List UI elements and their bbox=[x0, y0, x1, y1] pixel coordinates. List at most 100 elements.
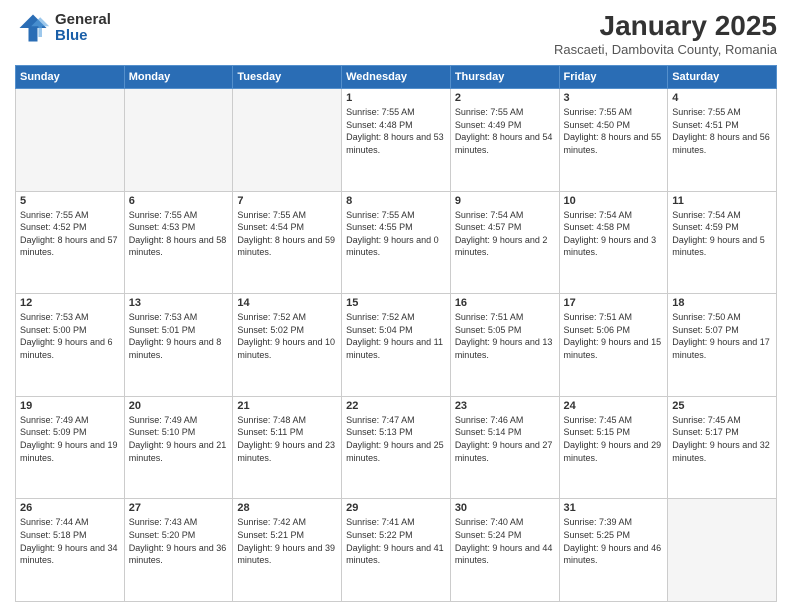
day-info: Sunrise: 7:49 AMSunset: 5:09 PMDaylight:… bbox=[20, 414, 120, 464]
day-number: 26 bbox=[20, 502, 120, 514]
day-info: Sunrise: 7:43 AMSunset: 5:20 PMDaylight:… bbox=[129, 516, 229, 566]
day-info: Sunrise: 7:52 AMSunset: 5:02 PMDaylight:… bbox=[237, 311, 337, 361]
day-number: 23 bbox=[455, 400, 555, 412]
calendar-cell: 30 Sunrise: 7:40 AMSunset: 5:24 PMDayligh… bbox=[450, 499, 559, 602]
location-title: Rascaeti, Dambovita County, Romania bbox=[554, 42, 777, 57]
day-info: Sunrise: 7:40 AMSunset: 5:24 PMDaylight:… bbox=[455, 516, 555, 566]
calendar-cell: 21Sunrise: 7:48 AMSunset: 5:11 PMDayligh… bbox=[233, 396, 342, 499]
day-info: Sunrise: 7:55 AMSunset: 4:55 PMDaylight:… bbox=[346, 209, 446, 259]
weekday-header-sunday: Sunday bbox=[16, 66, 125, 89]
day-number: 15 bbox=[346, 297, 446, 309]
week-row-2: 12Sunrise: 7:53 AMSunset: 5:00 PMDayligh… bbox=[16, 294, 777, 397]
day-number: 4 bbox=[672, 92, 772, 104]
weekday-header-monday: Monday bbox=[124, 66, 233, 89]
day-number: 13 bbox=[129, 297, 229, 309]
day-info: Sunrise: 7:55 AMSunset: 4:52 PMDaylight:… bbox=[20, 209, 120, 259]
day-number: 3 bbox=[564, 92, 664, 104]
day-info: Sunrise: 7:50 AMSunset: 5:07 PMDaylight:… bbox=[672, 311, 772, 361]
weekday-header-friday: Friday bbox=[559, 66, 668, 89]
day-number: 10 bbox=[564, 195, 664, 207]
month-title: January 2025 bbox=[554, 10, 777, 42]
day-info: Sunrise: 7:41 AMSunset: 5:22 PMDaylight:… bbox=[346, 516, 446, 566]
week-row-4: 26Sunrise: 7:44 AMSunset: 5:18 PMDayligh… bbox=[16, 499, 777, 602]
calendar-cell: 20 Sunrise: 7:49 AMSunset: 5:10 PMDayligh… bbox=[124, 396, 233, 499]
calendar-cell: 24Sunrise: 7:45 AMSunset: 5:15 PMDayligh… bbox=[559, 396, 668, 499]
calendar-table: SundayMondayTuesdayWednesdayThursdayFrid… bbox=[15, 65, 777, 602]
day-number: 11 bbox=[672, 195, 772, 207]
day-info: Sunrise: 7:55 AMSunset: 4:54 PMDaylight:… bbox=[237, 209, 337, 259]
day-info: Sunrise: 7:39 AMSunset: 5:25 PMDaylight:… bbox=[564, 516, 664, 566]
day-info: Sunrise: 7:53 AMSunset: 5:01 PMDaylight:… bbox=[129, 311, 229, 361]
day-number: 12 bbox=[20, 297, 120, 309]
day-info: Sunrise: 7:49 AMSunset: 5:10 PMDaylight:… bbox=[129, 414, 229, 464]
calendar-cell: 15 Sunrise: 7:52 AMSunset: 5:04 PMDayligh… bbox=[342, 294, 451, 397]
weekday-header-wednesday: Wednesday bbox=[342, 66, 451, 89]
day-number: 16 bbox=[455, 297, 555, 309]
calendar-cell: 14 Sunrise: 7:52 AMSunset: 5:02 PMDayligh… bbox=[233, 294, 342, 397]
calendar-cell: 8 Sunrise: 7:55 AMSunset: 4:55 PMDaylight… bbox=[342, 191, 451, 294]
logo-text: General Blue bbox=[55, 12, 111, 45]
day-info: Sunrise: 7:55 AMSunset: 4:53 PMDaylight:… bbox=[129, 209, 229, 259]
weekday-header-thursday: Thursday bbox=[450, 66, 559, 89]
day-number: 9 bbox=[455, 195, 555, 207]
day-info: Sunrise: 7:55 AMSunset: 4:48 PMDaylight:… bbox=[346, 106, 446, 156]
page: General Blue January 2025 Rascaeti, Damb… bbox=[0, 0, 792, 612]
day-number: 6 bbox=[129, 195, 229, 207]
calendar-cell: 16 Sunrise: 7:51 AMSunset: 5:05 PMDayligh… bbox=[450, 294, 559, 397]
calendar-cell: 5 Sunrise: 7:55 AMSunset: 4:52 PMDaylight… bbox=[16, 191, 125, 294]
day-number: 14 bbox=[237, 297, 337, 309]
day-number: 17 bbox=[564, 297, 664, 309]
calendar-cell: 22Sunrise: 7:47 AMSunset: 5:13 PMDayligh… bbox=[342, 396, 451, 499]
calendar-cell: 18 Sunrise: 7:50 AMSunset: 5:07 PMDayligh… bbox=[668, 294, 777, 397]
header: General Blue January 2025 Rascaeti, Damb… bbox=[15, 10, 777, 57]
day-info: Sunrise: 7:55 AMSunset: 4:51 PMDaylight:… bbox=[672, 106, 772, 156]
day-info: Sunrise: 7:42 AMSunset: 5:21 PMDaylight:… bbox=[237, 516, 337, 566]
calendar-cell: 6 Sunrise: 7:55 AMSunset: 4:53 PMDaylight… bbox=[124, 191, 233, 294]
calendar-cell bbox=[124, 89, 233, 192]
weekday-header-tuesday: Tuesday bbox=[233, 66, 342, 89]
calendar-cell: 7 Sunrise: 7:55 AMSunset: 4:54 PMDaylight… bbox=[233, 191, 342, 294]
day-number: 7 bbox=[237, 195, 337, 207]
week-row-0: 1 Sunrise: 7:55 AMSunset: 4:48 PMDaylight… bbox=[16, 89, 777, 192]
logo-general-text: General bbox=[55, 12, 111, 29]
calendar-cell bbox=[668, 499, 777, 602]
day-number: 20 bbox=[129, 400, 229, 412]
calendar-cell: 27 Sunrise: 7:43 AMSunset: 5:20 PMDayligh… bbox=[124, 499, 233, 602]
weekday-header-row: SundayMondayTuesdayWednesdayThursdayFrid… bbox=[16, 66, 777, 89]
calendar-cell: 26Sunrise: 7:44 AMSunset: 5:18 PMDayligh… bbox=[16, 499, 125, 602]
day-number: 18 bbox=[672, 297, 772, 309]
calendar-cell: 17Sunrise: 7:51 AMSunset: 5:06 PMDayligh… bbox=[559, 294, 668, 397]
calendar-cell: 31Sunrise: 7:39 AMSunset: 5:25 PMDayligh… bbox=[559, 499, 668, 602]
day-number: 27 bbox=[129, 502, 229, 514]
day-number: 2 bbox=[455, 92, 555, 104]
calendar-cell: 1 Sunrise: 7:55 AMSunset: 4:48 PMDaylight… bbox=[342, 89, 451, 192]
day-info: Sunrise: 7:52 AMSunset: 5:04 PMDaylight:… bbox=[346, 311, 446, 361]
day-number: 30 bbox=[455, 502, 555, 514]
day-info: Sunrise: 7:51 AMSunset: 5:05 PMDaylight:… bbox=[455, 311, 555, 361]
day-info: Sunrise: 7:47 AMSunset: 5:13 PMDaylight:… bbox=[346, 414, 446, 464]
day-number: 5 bbox=[20, 195, 120, 207]
day-info: Sunrise: 7:46 AMSunset: 5:14 PMDaylight:… bbox=[455, 414, 555, 464]
day-number: 8 bbox=[346, 195, 446, 207]
calendar-cell: 10Sunrise: 7:54 AMSunset: 4:58 PMDayligh… bbox=[559, 191, 668, 294]
day-number: 19 bbox=[20, 400, 120, 412]
calendar-cell: 28 Sunrise: 7:42 AMSunset: 5:21 PMDayligh… bbox=[233, 499, 342, 602]
day-info: Sunrise: 7:45 AMSunset: 5:17 PMDaylight:… bbox=[672, 414, 772, 464]
logo-blue-text: Blue bbox=[55, 28, 111, 45]
day-number: 25 bbox=[672, 400, 772, 412]
day-info: Sunrise: 7:54 AMSunset: 4:57 PMDaylight:… bbox=[455, 209, 555, 259]
calendar-cell: 4 Sunrise: 7:55 AMSunset: 4:51 PMDaylight… bbox=[668, 89, 777, 192]
day-number: 1 bbox=[346, 92, 446, 104]
calendar-cell: 23 Sunrise: 7:46 AMSunset: 5:14 PMDayligh… bbox=[450, 396, 559, 499]
day-info: Sunrise: 7:55 AMSunset: 4:50 PMDaylight:… bbox=[564, 106, 664, 156]
calendar-cell: 11Sunrise: 7:54 AMSunset: 4:59 PMDayligh… bbox=[668, 191, 777, 294]
logo-icon bbox=[15, 10, 51, 46]
calendar-cell: 29Sunrise: 7:41 AMSunset: 5:22 PMDayligh… bbox=[342, 499, 451, 602]
day-number: 28 bbox=[237, 502, 337, 514]
day-number: 24 bbox=[564, 400, 664, 412]
calendar-cell bbox=[233, 89, 342, 192]
week-row-1: 5 Sunrise: 7:55 AMSunset: 4:52 PMDaylight… bbox=[16, 191, 777, 294]
calendar-cell: 12Sunrise: 7:53 AMSunset: 5:00 PMDayligh… bbox=[16, 294, 125, 397]
calendar-cell: 13 Sunrise: 7:53 AMSunset: 5:01 PMDayligh… bbox=[124, 294, 233, 397]
calendar-cell: 2Sunrise: 7:55 AMSunset: 4:49 PMDaylight… bbox=[450, 89, 559, 192]
